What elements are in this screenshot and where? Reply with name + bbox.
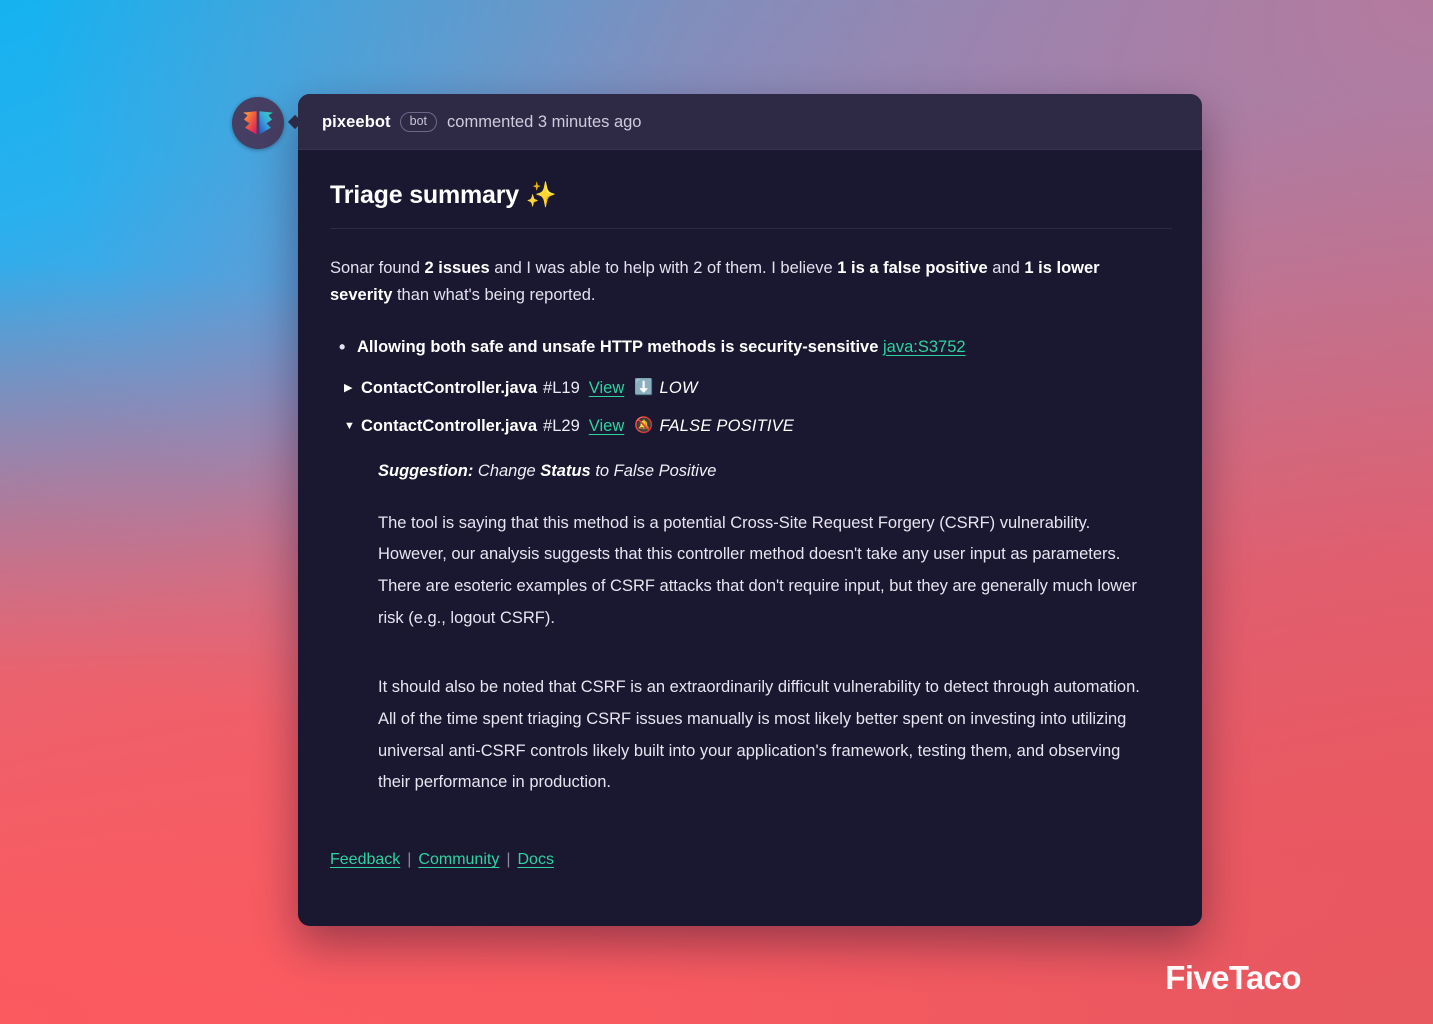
- view-link[interactable]: View: [589, 417, 624, 436]
- summary-bold-2: 1 is a false positive: [837, 259, 988, 277]
- comment-body: Triage summary ✨ Sonar found 2 issues an…: [298, 150, 1202, 869]
- suggestion-text-2: to False Positive: [590, 461, 717, 480]
- title-divider: [330, 228, 1172, 229]
- summary-paragraph: Sonar found 2 issues and I was able to h…: [330, 255, 1150, 309]
- finding-row[interactable]: ▼ ContactController.java #L29 View 🔕 FAL…: [330, 417, 1172, 436]
- down-arrow-icon: ⬇️: [634, 379, 654, 397]
- suggestion-text-1: Change: [473, 461, 541, 480]
- butterfly-logo-icon: [243, 111, 273, 135]
- list-item: Allowing both safe and unsafe HTTP metho…: [330, 334, 1172, 361]
- docs-link[interactable]: Docs: [517, 851, 553, 868]
- suggestion-bold: Status: [540, 461, 591, 480]
- summary-text-3: and: [987, 259, 1025, 277]
- finding-severity-label: LOW: [659, 378, 698, 397]
- issue-rule-link[interactable]: java:S3752: [883, 338, 966, 356]
- finding-file-name: ContactController.java: [361, 378, 538, 397]
- view-link[interactable]: View: [589, 379, 624, 398]
- summary-text-1: Sonar found: [330, 259, 425, 277]
- finding-line-number: #L29: [543, 416, 580, 435]
- community-link[interactable]: Community: [418, 851, 499, 868]
- bot-badge: bot: [399, 112, 438, 132]
- chevron-right-icon[interactable]: ▶: [344, 382, 358, 394]
- summary-text-4: than what's being reported.: [392, 285, 596, 304]
- finding-line-number: #L19: [543, 378, 580, 397]
- footer-separator-1: |: [407, 850, 412, 868]
- suggestion-label: Suggestion:: [378, 461, 474, 480]
- feedback-link[interactable]: Feedback: [330, 851, 400, 868]
- finding-row[interactable]: ▶ ContactController.java #L19 View ⬇️ LO…: [330, 379, 1172, 398]
- summary-text-2: and I was able to help with 2 of them. I…: [489, 259, 838, 277]
- finding-file-name: ContactController.java: [361, 416, 538, 435]
- comment-timestamp: commented 3 minutes ago: [447, 112, 642, 131]
- comment-block: pixeebot bot commented 3 minutes ago Tri…: [232, 94, 1202, 926]
- comment-card: pixeebot bot commented 3 minutes ago Tri…: [298, 94, 1202, 926]
- comment-header: pixeebot bot commented 3 minutes ago: [298, 94, 1202, 150]
- issue-rule-title: Allowing both safe and unsafe HTTP metho…: [357, 337, 879, 356]
- footer-links: Feedback | Community | Docs: [330, 851, 1172, 869]
- suggestion-line: Suggestion: Change Status to False Posit…: [330, 462, 1172, 481]
- issue-list: Allowing both safe and unsafe HTTP metho…: [330, 334, 1172, 361]
- avatar[interactable]: [232, 97, 284, 149]
- page-title: Triage summary ✨: [330, 181, 557, 209]
- detail-paragraph-2: It should also be noted that CSRF is an …: [378, 678, 1140, 792]
- comment-author[interactable]: pixeebot: [322, 113, 391, 132]
- summary-bold-1: 2 issues: [424, 259, 490, 277]
- footer-separator-2: |: [506, 850, 511, 868]
- chevron-down-icon[interactable]: ▼: [344, 420, 358, 432]
- detail-paragraph-1: The tool is saying that this method is a…: [378, 513, 1137, 627]
- bell-muted-icon: 🔕: [634, 417, 654, 435]
- watermark-logo: FiveTaco: [1165, 959, 1301, 996]
- finding-severity-label: FALSE POSITIVE: [659, 416, 795, 435]
